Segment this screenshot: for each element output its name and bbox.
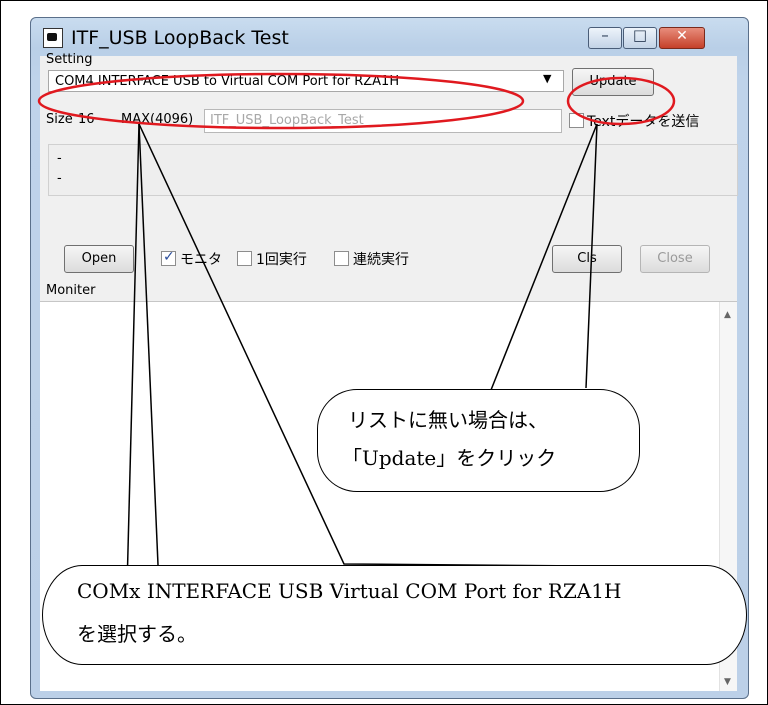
port-highlight-ellipse	[37, 72, 525, 130]
update-highlight-ellipse	[566, 76, 676, 126]
pointer-line-com-right	[138, 123, 591, 567]
pointer-line-update-left	[488, 123, 598, 396]
callout-com-line1: COMx INTERFACE USB Virtual COM Port for …	[77, 579, 622, 603]
pointer-line-com-left	[138, 123, 160, 589]
pointer-line-com-mid	[126, 123, 140, 589]
com-callout: COMx INTERFACE USB Virtual COM Port for …	[42, 565, 747, 665]
update-callout: リストに無い場合は、 「Update」をクリック	[317, 389, 640, 492]
callout-com-line2: を選択する。	[77, 622, 197, 646]
callout-update-line1: リストに無い場合は、	[348, 408, 548, 432]
pointer-line-update-right	[585, 123, 598, 389]
callout-update-line2: 「Update」をクリック	[342, 446, 557, 470]
